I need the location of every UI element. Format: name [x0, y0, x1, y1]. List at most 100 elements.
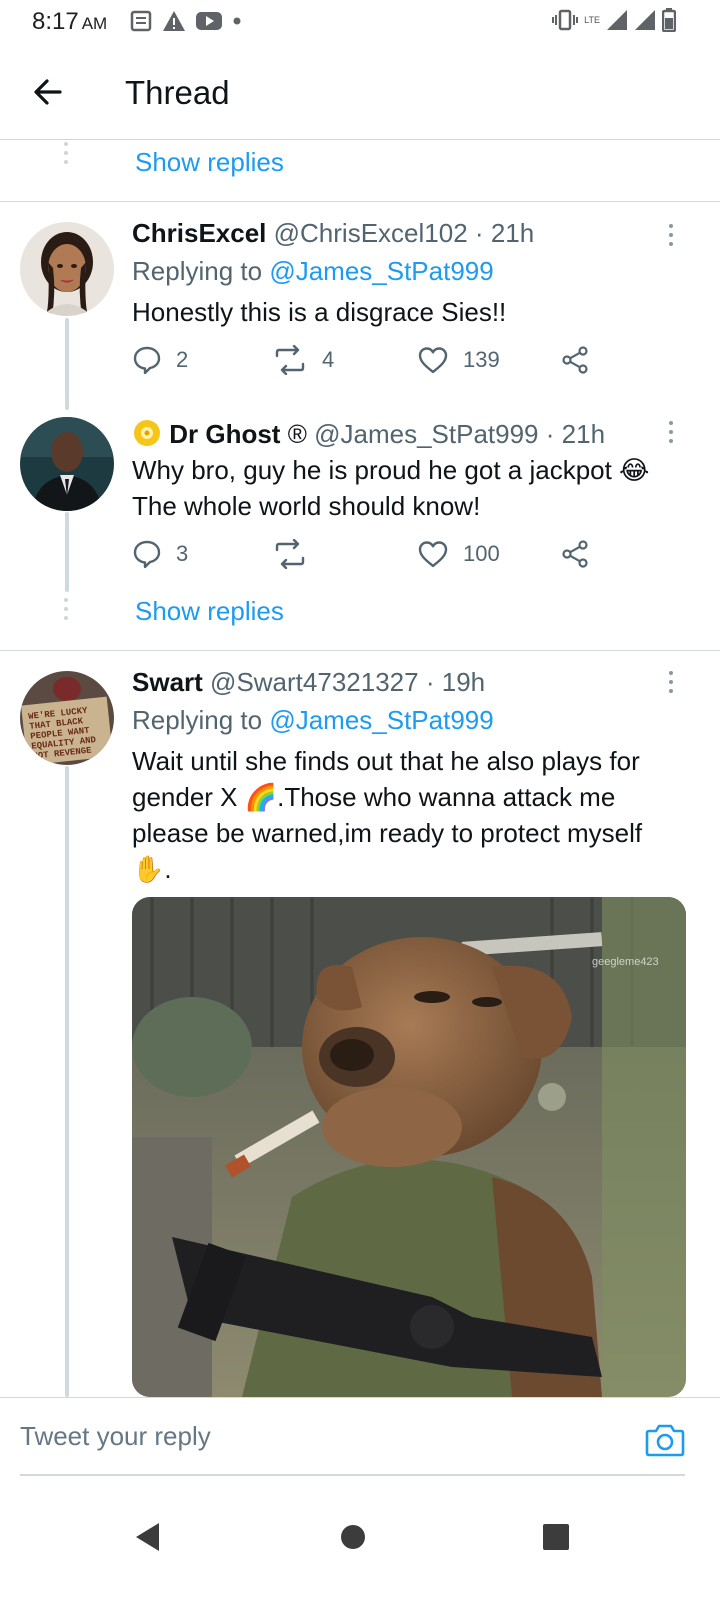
back-triangle-icon [136, 1523, 159, 1551]
watermark-text: geegleme423 [592, 956, 659, 968]
reply-underline [20, 1474, 685, 1476]
arrow-left-icon [34, 79, 62, 105]
divider [0, 201, 720, 202]
replying-prefix: Replying to [132, 256, 263, 286]
tweet-time[interactable]: 21h [491, 218, 534, 248]
dot-notification-icon [233, 17, 241, 25]
author-name[interactable]: Dr Ghost [169, 419, 280, 449]
reply-count: 2 [176, 347, 189, 372]
avatar[interactable] [20, 417, 114, 511]
more-options-button[interactable] [665, 224, 677, 250]
system-nav-bar [0, 1490, 720, 1600]
recents-square-icon [543, 1524, 569, 1550]
tweet-header: Dr Ghost ® @James_StPat999 · 21h [132, 418, 605, 450]
avatar-drghost-image [20, 417, 114, 511]
share-button[interactable] [560, 539, 590, 569]
like-count: 100 [463, 541, 500, 566]
replying-to: Replying to @James_StPat999 [132, 256, 494, 287]
divider [0, 650, 720, 651]
home-circle-icon [341, 1525, 365, 1549]
avatar-chrisexcel-image [20, 222, 114, 316]
tweet-header: Swart @Swart47321327 · 19h [132, 667, 485, 698]
share-button[interactable] [560, 345, 590, 375]
notification-icons [130, 10, 242, 32]
battery-icon [662, 8, 676, 32]
thread-line [65, 318, 69, 410]
show-replies-link[interactable]: Show replies [135, 147, 284, 178]
tweet-text-line: Why bro, guy he is proud he got a jackpo… [132, 455, 650, 485]
status-time: 8:17 AM [32, 8, 108, 35]
reply-count: 3 [176, 541, 189, 566]
like-button[interactable]: 139 [417, 345, 500, 375]
tweet-actions: 3 100 [132, 539, 612, 575]
nav-home-button[interactable] [328, 1512, 378, 1562]
retweet-icon [275, 539, 305, 569]
retweet-icon [275, 345, 305, 375]
separator: · [474, 218, 484, 248]
tweet-text: Honestly this is a disgrace Sies!! [132, 297, 507, 327]
replying-handle-link[interactable]: @James_StPat999 [269, 705, 493, 735]
tweet-time[interactable]: 21h [562, 419, 605, 449]
tweet-text: Why bro, guy he is proud he got a jackpo… [132, 452, 692, 524]
thread-line [65, 512, 69, 592]
separator: · [425, 667, 435, 697]
message-notification-icon [130, 10, 152, 32]
like-button[interactable]: 100 [417, 539, 500, 569]
nav-recents-button[interactable] [531, 1512, 581, 1562]
tweet-media-image[interactable]: geegleme423 [132, 897, 686, 1397]
more-options-button[interactable] [665, 671, 677, 697]
show-replies-link[interactable]: Show replies [135, 596, 284, 627]
reply-icon [133, 346, 161, 375]
warning-notification-icon [163, 11, 185, 31]
heart-icon [418, 541, 448, 568]
reply-composer [0, 1397, 720, 1477]
separator: · [545, 419, 555, 449]
author-handle[interactable]: @ChrisExcel102 [274, 218, 468, 248]
tweet-text-line: The whole world should know! [132, 491, 481, 521]
share-icon [562, 540, 588, 568]
nav-back-button[interactable] [123, 1512, 173, 1562]
tweet-actions: 2 4 139 [132, 345, 612, 381]
thread-dots [64, 142, 69, 169]
page-title: Thread [125, 74, 230, 111]
replying-to: Replying to @James_StPat999 [132, 705, 494, 736]
status-bar: 8:17 AM LTE [0, 0, 720, 44]
author-handle[interactable]: @Swart47321327 [210, 667, 419, 697]
tweet-header: ChrisExcel @ChrisExcel102 · 21h [132, 218, 534, 249]
back-button[interactable] [30, 74, 66, 110]
avatar[interactable] [20, 222, 114, 316]
dog-photo: geegleme423 [132, 897, 686, 1397]
author-name[interactable]: Swart [132, 667, 203, 697]
retweet-button[interactable] [272, 539, 322, 569]
heart-icon [418, 347, 448, 374]
author-name[interactable]: ChrisExcel [132, 218, 266, 248]
replying-prefix: Replying to [132, 705, 263, 735]
signal-icon-2 [635, 10, 655, 30]
tweet-time[interactable]: 19h [442, 667, 485, 697]
youtube-notification-icon [196, 12, 222, 30]
system-icons: LTE [552, 8, 676, 32]
more-options-button[interactable] [665, 421, 677, 447]
retweet-button[interactable]: 4 [272, 345, 334, 375]
network-type: LTE [584, 14, 600, 25]
signal-icon [607, 10, 627, 30]
author-name-suffix: ® [287, 419, 307, 449]
reply-button[interactable]: 3 [132, 539, 188, 569]
vibrate-icon [552, 9, 579, 31]
app-bar: Thread [0, 44, 720, 140]
reply-button[interactable]: 2 [132, 345, 188, 375]
thread-dots [64, 598, 69, 625]
reply-input[interactable] [20, 1412, 580, 1460]
emoji-icon [134, 420, 160, 446]
avatar[interactable]: WE'RE LUCKY THAT BLACK PEOPLE WANT EQUAL… [20, 671, 114, 765]
replying-handle-link[interactable]: @James_StPat999 [269, 256, 493, 286]
tweet-text: Wait until she finds out that he also pl… [132, 746, 643, 884]
reply-icon [133, 540, 161, 569]
thread-line [65, 766, 69, 1397]
share-icon [562, 346, 588, 374]
like-count: 139 [463, 347, 500, 372]
retweet-count: 4 [322, 347, 335, 372]
avatar-swart-image: WE'RE LUCKY THAT BLACK PEOPLE WANT EQUAL… [20, 671, 114, 765]
camera-button[interactable] [645, 1422, 685, 1462]
author-handle[interactable]: @James_StPat999 [314, 419, 538, 449]
